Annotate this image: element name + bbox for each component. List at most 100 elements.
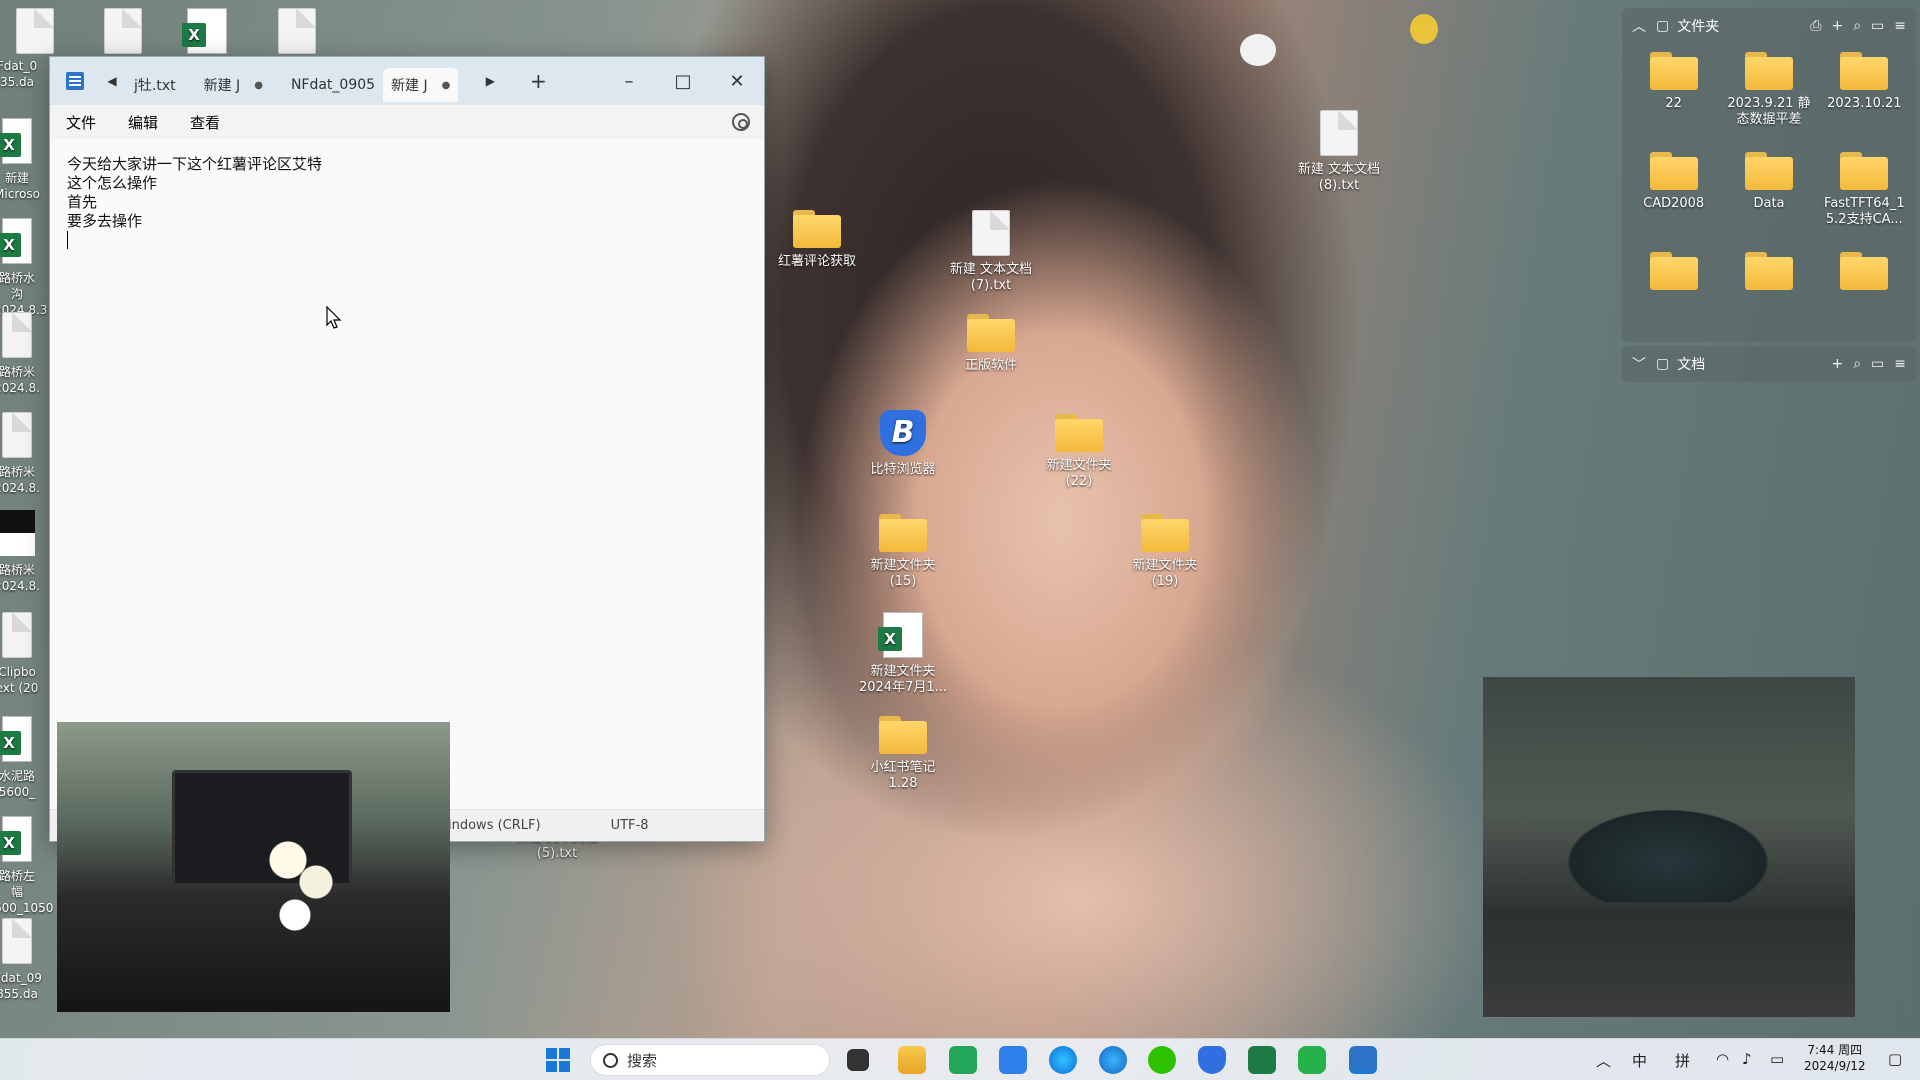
desktop-icon-folder15[interactable]: 新建文件夹 (15) [858, 514, 948, 590]
edge-browser-icon[interactable] [1049, 1046, 1077, 1074]
left-icon-5[interactable]: 路桥米 2024.8. [0, 510, 40, 594]
ie-browser-icon[interactable] [1099, 1046, 1127, 1074]
folder-panel-header[interactable]: ︿ ▢ 文件夹 ⎙ + ⌕ ▭ ≡ [1622, 8, 1916, 44]
panel-folder-2023-9-21[interactable]: 2023.9.21 静 态数据平差 [1721, 52, 1816, 152]
mouse-cursor-icon [326, 306, 342, 329]
status-encoding[interactable]: UTF-8 [611, 818, 649, 833]
left-icon-8[interactable]: X路桥左幅 600_1050 [0, 816, 53, 916]
panel-folder-fasttft[interactable]: FastTFT64_1 5.2支持CA... [1817, 152, 1912, 252]
panel-search-icon[interactable]: ⌕ [1853, 18, 1861, 34]
tab-1[interactable]: j牡.txt [126, 68, 184, 102]
left-icon-0[interactable]: Fdat_0 35.da [0, 58, 40, 90]
mail-app-icon[interactable] [949, 1046, 977, 1074]
tray-chevron-icon[interactable]: ︿ [1596, 1050, 1611, 1071]
tab-4-active[interactable]: 新建 J ● [383, 68, 459, 102]
tab-4-unsaved-dot: ● [441, 79, 451, 91]
left-icon-9[interactable]: Fdat_09 855.da [0, 918, 42, 1002]
desktop-icon-bit-browser[interactable]: B 比特浏览器 [858, 410, 948, 478]
taskbar-clock[interactable]: 7:44 周四 2024/9/12 [1804, 1042, 1866, 1074]
menu-view[interactable]: 查看 [190, 112, 220, 133]
ime-mode[interactable]: 拼 [1675, 1050, 1690, 1071]
clock-date: 2024/9/12 [1804, 1059, 1866, 1073]
notepad-text-area[interactable]: 今天给大家讲一下这个红薯评论区艾特 这个怎么操作 首先 要多去操作 [50, 139, 764, 804]
panel-folder-icon: ▢ [1656, 18, 1670, 34]
text-caret [67, 231, 68, 249]
desktop-icon-xhs-notes[interactable]: 小红书笔记 1.28 [858, 716, 948, 792]
panel-folder-data[interactable]: Data [1721, 152, 1816, 252]
panel-folder-8[interactable] [1721, 252, 1816, 308]
desktop-icon-txt8[interactable]: 新建 文本文档 (8).txt [1294, 110, 1384, 194]
panel-add-icon[interactable]: + [1831, 18, 1843, 34]
docs-delete-icon[interactable]: ▭ [1871, 356, 1884, 372]
wechat-icon[interactable] [1148, 1046, 1176, 1074]
wifi-icon[interactable]: ◠ [1716, 1050, 1729, 1068]
menu-edit[interactable]: 编辑 [128, 112, 158, 133]
volume-icon[interactable]: ♪ [1742, 1050, 1752, 1068]
bee-widget-icon[interactable] [1410, 14, 1438, 44]
tab-2-unsaved-dot: ● [254, 79, 263, 91]
desktop-icon-folder22[interactable]: 新建文件夹 (22) [1034, 414, 1124, 490]
left-icon-2[interactable]: X路桥水沟 2024.8.3 [0, 218, 47, 318]
bit-browser-taskbar-icon[interactable] [1198, 1046, 1226, 1074]
panel-folder-cad2008[interactable]: CAD2008 [1626, 152, 1721, 252]
left-icon-1[interactable]: X新建 Microso [0, 118, 40, 202]
notepad-titlebar[interactable]: ◀ j牡.txt 新建 J ● NFdat_0905 新建 J ● ▶ + – □ … [50, 57, 764, 105]
desktop-file-top1[interactable] [0, 8, 80, 60]
excel-taskbar-icon[interactable] [1248, 1046, 1276, 1074]
left-icon-7[interactable]: X 水泥路 5600_ [0, 716, 40, 800]
left-icon-4[interactable]: 路桥米 2024.8. [0, 412, 40, 496]
collapse-chevron-icon[interactable]: ︿ [1632, 16, 1646, 36]
panel-delete-icon[interactable]: ▭ [1871, 18, 1884, 34]
desktop-icon-redbook[interactable]: 红薯评论获取 [772, 210, 862, 270]
docs-panel-header[interactable]: ﹀ ▢ 文档 + ⌕ ▭ ≡ [1622, 346, 1916, 382]
desktop-icon-software[interactable]: 正版软件 [946, 314, 1036, 374]
docs-search-icon[interactable]: ⌕ [1853, 356, 1861, 372]
panel-print-icon[interactable]: ⎙ [1810, 18, 1821, 34]
new-tab-icon[interactable]: + [524, 69, 552, 93]
desktop-icon-excel-july[interactable]: X 新建文件夹 2024年7月1... [858, 612, 948, 696]
panel-folder-9[interactable] [1817, 252, 1912, 308]
desktop-icon-folder19[interactable]: 新建文件夹 (19) [1120, 514, 1210, 590]
tab-3[interactable]: NFdat_0905 [283, 68, 383, 102]
panel-folder-7[interactable] [1626, 252, 1721, 308]
panel-menu-icon[interactable]: ≡ [1894, 18, 1906, 34]
docs-panel-title: 文档 [1677, 357, 1706, 373]
clock-time: 7:44 周四 [1807, 1043, 1863, 1057]
panel-folder-22[interactable]: 22 [1626, 52, 1721, 152]
tab-2[interactable]: 新建 J ● [196, 68, 271, 102]
panel-folder-2023-10-21[interactable]: 2023.10.21 [1817, 52, 1912, 152]
tab-scroll-left-icon[interactable]: ◀ [98, 74, 126, 88]
left-icon-3[interactable]: 路桥米 2024.8. [0, 312, 40, 396]
status-line-ending[interactable]: indows (CRLF) [448, 818, 541, 833]
car-shape [1553, 802, 1783, 902]
task-view-icon[interactable] [847, 1049, 869, 1071]
notepad-app-icon [66, 72, 84, 90]
file-explorer-icon[interactable] [898, 1046, 926, 1074]
desktop-file-top3[interactable] [252, 8, 342, 60]
notepad-taskbar-icon[interactable] [1349, 1046, 1377, 1074]
green-app-icon[interactable] [1298, 1046, 1326, 1074]
text-line-3: 首先 [67, 193, 98, 211]
settings-gear-icon[interactable] [732, 113, 750, 131]
search-placeholder: 搜索 [627, 1051, 658, 1070]
docs-menu-icon[interactable]: ≡ [1894, 356, 1906, 372]
close-icon[interactable]: ✕ [710, 71, 764, 92]
docs-add-icon[interactable]: + [1831, 356, 1843, 372]
desktop-excel-top[interactable]: X [162, 8, 252, 60]
docs-chevron-icon[interactable]: ﹀ [1632, 354, 1646, 374]
menu-file[interactable]: 文件 [66, 112, 96, 133]
notification-icon[interactable]: ▢ [1888, 1050, 1902, 1068]
photos-app-icon[interactable] [999, 1046, 1027, 1074]
left-icon-6[interactable]: Clipbo ext (20 [0, 612, 40, 696]
minimize-icon[interactable]: – [602, 71, 656, 92]
desktop-icon-txt7[interactable]: 新建 文本文档 (7).txt [946, 210, 1036, 294]
tab-scroll-right-icon[interactable]: ▶ [476, 74, 504, 88]
cat-widget-icon[interactable] [1240, 34, 1276, 66]
maximize-icon[interactable]: □ [656, 71, 710, 92]
taskbar-search-box[interactable]: 搜索 [590, 1044, 830, 1076]
battery-icon[interactable]: ▭ [1770, 1050, 1784, 1068]
bit-browser-icon: B [880, 410, 926, 456]
ime-language[interactable]: 中 [1632, 1050, 1647, 1071]
start-windows-icon[interactable] [546, 1048, 570, 1072]
desktop-file-top2[interactable] [78, 8, 168, 60]
